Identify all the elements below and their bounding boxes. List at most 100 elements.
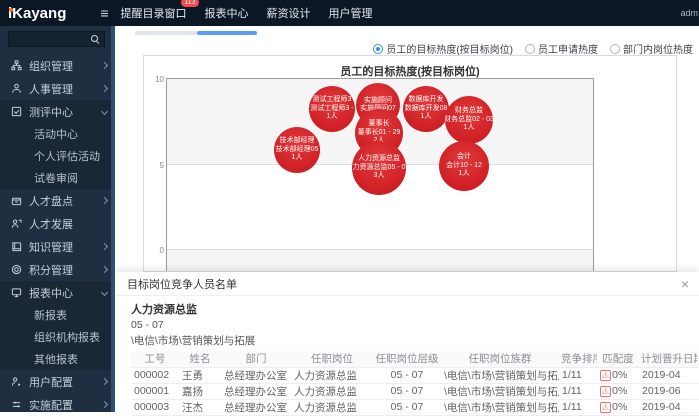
sidebar-item-exam-review[interactable]: 试卷审阅 [0, 167, 115, 189]
chart-bubble-tech-manager[interactable]: 技术部经理 技术部经理05 1人 [274, 127, 320, 173]
app-logo[interactable]: iKayang [0, 5, 76, 22]
chevron-right-icon [101, 85, 108, 92]
radio-label: 员工的目标热度(按目标岗位) [386, 41, 513, 56]
sidebar-item-points-management[interactable]: 积分管理 [0, 258, 115, 281]
sidebar-item-hr-management[interactable]: 人事管理 [0, 77, 115, 100]
chart-bubble-test-engineer[interactable]: 测试工程师3 测试工程师3 - 1人 [309, 86, 355, 132]
sidebar-search-input[interactable] [9, 34, 90, 45]
person-gear-icon [10, 376, 22, 388]
cell-department: 总经理办公室 [221, 367, 291, 383]
sidebar-item-talent-development[interactable]: 人才发展 [0, 212, 115, 235]
topbar-item-user-management[interactable]: 用户管理 [329, 5, 373, 21]
warning-icon: ⚠ [600, 370, 611, 381]
col-employee-id[interactable]: 工号 [131, 351, 179, 367]
radio-label: 部门内岗位热度 [623, 41, 693, 56]
tab-indicator-active[interactable] [197, 31, 257, 35]
heat-mode-radio-group: 员工的目标热度(按目标岗位) 员工申请热度 部门内岗位热度 [373, 41, 693, 56]
competitor-list-panel: 目标岗位竞争人员名单 × 人力资源总监 05 - 07 \电信\市场\营销策划与… [115, 272, 699, 412]
bubble-line: 董事长01 - 29 [358, 129, 401, 138]
competitor-table: 工号 姓名 部门 任职岗位 任职岗位层级 任职岗位族群 竞争排序 匹配度 计划晋… [131, 351, 699, 416]
radio-unselected-icon[interactable] [525, 44, 535, 54]
tab-indicator-inactive[interactable] [135, 31, 197, 35]
bubble-line: 1人 [327, 113, 338, 122]
chart-bubble-hr-director[interactable]: 人力资源总监 力资源总监05 - 0 3人 [352, 141, 406, 195]
bubble-line: 实施顾问 [364, 97, 392, 106]
sidebar-item-report-center[interactable]: 报表中心 [0, 281, 115, 304]
search-icon[interactable] [90, 34, 100, 44]
topbar-item-report-center[interactable]: 报表中心 [205, 5, 249, 21]
radio-employee-apply-heat[interactable]: 员工申请热度 [525, 41, 598, 56]
topbar-item-salary-design[interactable]: 薪资设计 [267, 5, 311, 21]
sidebar-item-label: 测评中心 [29, 104, 73, 120]
sidebar-item-other-reports[interactable]: 其他报表 [0, 348, 115, 370]
hamburger-menu-icon[interactable]: ≡ [100, 5, 108, 21]
bubble-line: 数据库开发08 [405, 105, 448, 114]
chevron-right-icon [101, 62, 108, 69]
col-position-level[interactable]: 任职岗位层级 [373, 351, 441, 367]
chart-bubble-database-dev[interactable]: 数据库开发 数据库开发08 1人 [403, 86, 449, 132]
col-name[interactable]: 姓名 [179, 351, 221, 367]
cell-name: 嘉扬 [179, 383, 221, 399]
sidebar-item-new-report[interactable]: 新报表 [0, 304, 115, 326]
topbar-item-reminder-catalog[interactable]: 提醒目录窗口 113 [121, 5, 187, 21]
chart-bubble-accountant[interactable]: 会计 会计10 - 12 1人 [439, 141, 489, 191]
wrench-icon [10, 399, 22, 411]
topbar-menu: 提醒目录窗口 113 报表中心 薪资设计 用户管理 [121, 5, 373, 21]
bubble-line: 技术部经理05 [276, 146, 319, 155]
cell-position-family: \电信\市场\营销策划与拓展 [441, 383, 559, 399]
bubble-line: 测试工程师3 [313, 96, 352, 105]
sidebar-item-label: 组织管理 [29, 58, 73, 74]
bubble-chart-panel: 员工的目标热度(按目标岗位) 10 5 0 技术部经理 技术部经理05 1人 测… [143, 55, 677, 272]
cell-department: 总经理办公室 [221, 383, 291, 399]
cell-match: ⚠0% [600, 385, 636, 397]
bubble-line: 技术部经理 [280, 137, 315, 146]
table-row[interactable]: 000001 嘉扬 总经理办公室 人力资源总监 05 - 07 \电信\市场\营… [131, 383, 699, 399]
sidebar-search[interactable] [8, 31, 105, 47]
bubble-line: 财务总监 [455, 107, 483, 116]
col-planned-promotion-date[interactable]: 计划晋升日期 [639, 351, 697, 367]
radio-selected-icon[interactable] [373, 44, 383, 54]
sidebar-item-assessment-center[interactable]: 测评中心 [0, 100, 115, 123]
col-position-family[interactable]: 任职岗位族群 [441, 351, 559, 367]
col-position[interactable]: 任职岗位 [291, 351, 373, 367]
table-row[interactable]: 000003 汪杰 总经理办公室 人力资源总监 05 - 07 \电信\市场\营… [131, 399, 699, 415]
chart-plot-area: 10 5 0 技术部经理 技术部经理05 1人 测试工程师3 测试工程师3 - … [166, 78, 594, 272]
radio-unselected-icon[interactable] [610, 44, 620, 54]
y-axis-tick: 10 [150, 75, 164, 84]
cell-position: 人力资源总监 [291, 383, 373, 399]
sidebar-scrollbar[interactable] [111, 26, 115, 412]
close-icon[interactable]: × [681, 277, 689, 291]
col-match[interactable]: 匹配度 [597, 351, 639, 367]
sidebar-item-org-management[interactable]: 组织管理 [0, 54, 115, 77]
cell-rank: 1/11 [559, 383, 597, 399]
cell-name: 汪杰 [179, 399, 221, 415]
growth-person-icon [10, 218, 22, 230]
sidebar-item-org-structure-report[interactable]: 组织机构报表 [0, 326, 115, 348]
bubble-line: 董事长 [369, 120, 390, 129]
bubble-line: 会计 [457, 153, 471, 162]
sidebar-item-user-config[interactable]: 用户配置 [0, 370, 115, 393]
username[interactable]: adm [680, 8, 699, 18]
sidebar-item-implementation-config[interactable]: 实施配置 [0, 393, 115, 412]
radio-target-position-heat[interactable]: 员工的目标热度(按目标岗位) [373, 41, 513, 56]
col-rank[interactable]: 竞争排序 [559, 351, 597, 367]
bubble-line: 1人 [459, 170, 470, 179]
radio-department-position-heat[interactable]: 部门内岗位热度 [610, 41, 693, 56]
sidebar-item-activity-center[interactable]: 活动中心 [0, 123, 115, 145]
bubble-line: 会计10 - 12 [446, 162, 482, 171]
cell-position-level: 05 - 07 [373, 367, 441, 383]
sidebar-item-personal-evaluation[interactable]: 个人评估活动 [0, 145, 115, 167]
table-row[interactable]: 000002 王勇 总经理办公室 人力资源总监 05 - 07 \电信\市场\营… [131, 367, 699, 383]
chart-bubble-finance-director[interactable]: 财务总监 财务总监02 - 03 1人 [445, 96, 493, 144]
panel-title: 目标岗位竞争人员名单 [127, 276, 237, 292]
bubble-line: 1人 [421, 113, 432, 122]
col-department[interactable]: 部门 [221, 351, 291, 367]
bubble-line: 力资源总监05 - 0 [353, 164, 406, 173]
chevron-down-icon [101, 289, 108, 296]
sidebar-item-label: 积分管理 [29, 262, 73, 278]
sidebar-item-talent-inventory[interactable]: 人才盘点 [0, 189, 115, 212]
sidebar-item-knowledge-management[interactable]: 知识管理 [0, 235, 115, 258]
cell-position: 人力资源总监 [291, 399, 373, 415]
bubble-line: 人力资源总监 [358, 155, 400, 164]
bubble-line: 测试工程师3 - [310, 105, 353, 114]
